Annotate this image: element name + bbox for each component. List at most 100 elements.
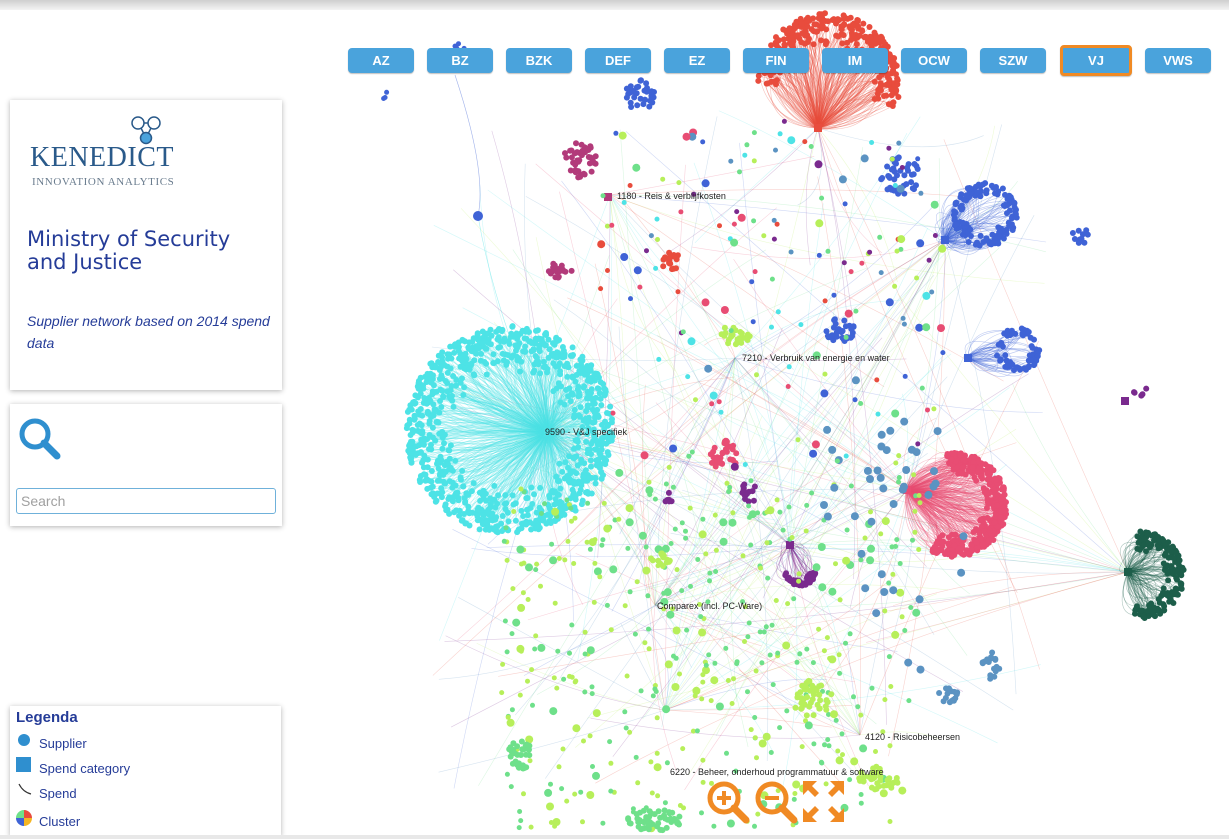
supplier-node[interactable] xyxy=(952,200,959,206)
supplier-node[interactable] xyxy=(818,583,827,592)
supplier-node[interactable] xyxy=(588,463,594,470)
supplier-node[interactable] xyxy=(412,451,419,458)
supplier-node[interactable] xyxy=(849,32,856,39)
supplier-node[interactable] xyxy=(490,360,497,366)
supplier-node[interactable] xyxy=(565,393,572,400)
supplier-node[interactable] xyxy=(660,263,667,270)
supplier-node[interactable] xyxy=(832,320,839,327)
supplier-node[interactable] xyxy=(450,403,457,410)
supplier-node[interactable] xyxy=(571,455,578,462)
supplier-node[interactable] xyxy=(1155,534,1162,540)
supplier-node[interactable] xyxy=(881,93,887,99)
supplier-node[interactable] xyxy=(600,820,606,826)
supplier-node[interactable] xyxy=(835,748,841,754)
supplier-node[interactable] xyxy=(404,408,411,415)
supplier-node[interactable] xyxy=(600,537,606,543)
supplier-node[interactable] xyxy=(965,239,972,245)
supplier-node[interactable] xyxy=(709,459,715,466)
supplier-node[interactable] xyxy=(567,470,574,477)
supplier-node[interactable] xyxy=(747,514,752,520)
supplier-node[interactable] xyxy=(493,514,500,521)
supplier-node[interactable] xyxy=(1160,560,1167,567)
supplier-node[interactable] xyxy=(554,685,560,691)
supplier-node[interactable] xyxy=(711,444,718,451)
supplier-node[interactable] xyxy=(572,791,578,797)
supplier-node[interactable] xyxy=(571,445,577,452)
supplier-node[interactable] xyxy=(474,344,481,351)
supplier-node[interactable] xyxy=(729,701,735,706)
supplier-node[interactable] xyxy=(822,742,827,748)
supplier-node[interactable] xyxy=(825,737,831,743)
supplier-node[interactable] xyxy=(517,752,524,758)
supplier-node[interactable] xyxy=(724,480,730,486)
supplier-node[interactable] xyxy=(540,358,547,365)
supplier-node[interactable] xyxy=(745,634,751,640)
supplier-node[interactable] xyxy=(1137,528,1144,535)
supplier-node[interactable] xyxy=(1164,570,1171,577)
supplier-node[interactable] xyxy=(537,484,544,491)
supplier-node[interactable] xyxy=(518,507,525,514)
supplier-node[interactable] xyxy=(470,480,477,487)
supplier-node[interactable] xyxy=(640,825,647,832)
supplier-node[interactable] xyxy=(788,35,795,42)
supplier-node[interactable] xyxy=(745,488,752,495)
supplier-node[interactable] xyxy=(730,442,737,449)
supplier-node[interactable] xyxy=(599,542,605,548)
supplier-node[interactable] xyxy=(902,628,908,633)
supplier-node[interactable] xyxy=(550,267,557,274)
supplier-node[interactable] xyxy=(580,819,585,825)
supplier-node[interactable] xyxy=(518,738,525,745)
supplier-node[interactable] xyxy=(839,731,845,737)
supplier-node[interactable] xyxy=(608,760,614,766)
supplier-node[interactable] xyxy=(428,468,435,474)
supplier-node[interactable] xyxy=(1164,592,1171,599)
supplier-node[interactable] xyxy=(998,495,1005,502)
supplier-node[interactable] xyxy=(666,610,675,619)
supplier-node[interactable] xyxy=(1134,603,1140,610)
supplier-node[interactable] xyxy=(700,757,706,763)
supplier-node[interactable] xyxy=(764,509,770,515)
supplier-node[interactable] xyxy=(505,518,512,525)
supplier-node[interactable] xyxy=(748,542,754,548)
supplier-node[interactable] xyxy=(525,563,533,572)
supplier-node[interactable] xyxy=(586,646,595,655)
supplier-node[interactable] xyxy=(460,483,467,490)
supplier-node[interactable] xyxy=(542,342,549,349)
supplier-node[interactable] xyxy=(833,32,840,39)
supplier-node[interactable] xyxy=(876,39,883,46)
supplier-node[interactable] xyxy=(439,429,446,435)
supplier-node[interactable] xyxy=(891,176,898,183)
supplier-node[interactable] xyxy=(819,23,826,30)
supplier-node[interactable] xyxy=(723,645,729,651)
supplier-node[interactable] xyxy=(673,265,679,272)
supplier-node[interactable] xyxy=(945,540,952,547)
supplier-node[interactable] xyxy=(502,492,509,499)
supplier-node[interactable] xyxy=(773,598,779,603)
supplier-node[interactable] xyxy=(530,702,535,708)
supplier-node[interactable] xyxy=(577,404,584,411)
supplier-node[interactable] xyxy=(504,509,511,516)
supplier-node[interactable] xyxy=(533,567,539,573)
supplier-node[interactable] xyxy=(694,728,700,734)
supplier-node[interactable] xyxy=(465,345,472,352)
supplier-node[interactable] xyxy=(504,557,510,563)
supplier-node[interactable] xyxy=(700,516,706,522)
supplier-node[interactable] xyxy=(510,586,516,592)
supplier-node[interactable] xyxy=(1071,236,1078,242)
supplier-node[interactable] xyxy=(1150,611,1157,618)
supplier-node[interactable] xyxy=(584,488,591,495)
supplier-node[interactable] xyxy=(551,262,558,269)
supplier-node[interactable] xyxy=(1173,549,1180,556)
supplier-node[interactable] xyxy=(589,691,595,697)
supplier-node[interactable] xyxy=(633,811,640,818)
supplier-node[interactable] xyxy=(986,527,993,534)
supplier-node[interactable] xyxy=(777,725,783,731)
supplier-node[interactable] xyxy=(447,464,454,471)
supplier-node[interactable] xyxy=(582,629,588,635)
supplier-node[interactable] xyxy=(692,686,701,695)
supplier-node[interactable] xyxy=(557,399,564,406)
supplier-node[interactable] xyxy=(871,96,878,102)
supplier-node[interactable] xyxy=(513,330,520,337)
supplier-node[interactable] xyxy=(587,154,594,161)
supplier-node[interactable] xyxy=(564,373,571,380)
